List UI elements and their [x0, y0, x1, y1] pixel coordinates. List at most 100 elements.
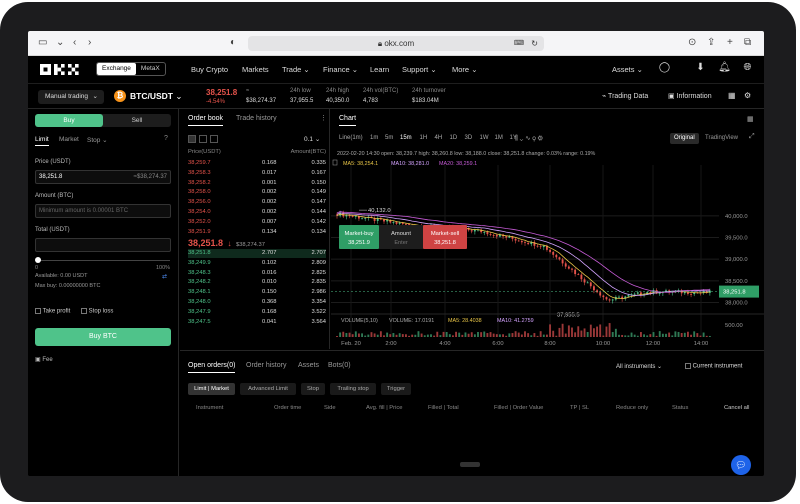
instrument-filter[interactable]: All instruments ⌄ [616, 363, 662, 370]
ask-row[interactable]: 38,256.0 0.002 0.147 [188, 198, 326, 207]
interval-line1m[interactable]: Line(1m) [339, 135, 363, 141]
indicator-icons[interactable]: ⫼ ⌄ ∿ ⚲ ⚙ [515, 134, 543, 143]
cancel-all-button[interactable]: Cancel all [724, 405, 749, 411]
tab-order-book[interactable]: Order book [188, 115, 224, 126]
new-tab-icon[interactable]: + [727, 37, 733, 48]
okx-logo[interactable] [40, 64, 80, 75]
forward-icon[interactable]: › [88, 37, 91, 48]
bid-row[interactable]: 38,251.8 2.707 2.707 [188, 249, 326, 258]
bid-row[interactable]: 38,248.3 0.016 2.825 [188, 269, 326, 278]
orders-tab[interactable]: Bots(0) [328, 362, 351, 369]
interval-1d[interactable]: 1D [450, 135, 458, 141]
amount-slider[interactable] [37, 260, 170, 261]
ask-row[interactable]: 38,258.2 0.001 0.150 [188, 179, 326, 188]
layout-icon[interactable]: ▦ [728, 91, 736, 100]
scroll-handle[interactable] [460, 462, 480, 467]
privacy-icon[interactable]: ◐ [230, 37, 236, 48]
exchange-metax-toggle[interactable]: Exchange MetaX [96, 62, 166, 76]
interval-1m[interactable]: 1M [495, 135, 503, 141]
bid-row[interactable]: 38,248.0 0.368 3.354 [188, 298, 326, 307]
stop-loss-checkbox[interactable]: Stop loss [81, 308, 113, 315]
settings-icon[interactable]: ⚙ [744, 91, 751, 100]
price-chart[interactable]: 40,000.0 39,500.0 39,000.0 38,500.0 38,000.0… [331, 147, 764, 347]
interval-3d[interactable]: 3D [465, 135, 473, 141]
amount-input[interactable]: Minimum amount is 0.00001 BTC [35, 204, 171, 218]
limit-tab[interactable]: Limit [35, 136, 49, 146]
nav-finance[interactable]: Finance ⌄ [323, 65, 358, 74]
nav-buy-crypto[interactable]: Buy Crypto [191, 65, 228, 74]
total-input[interactable] [35, 238, 171, 252]
nav-support[interactable]: Support ⌄ [402, 65, 437, 74]
bid-row[interactable]: 38,247.5 0.041 3.564 [188, 318, 326, 327]
book-view-bids-icon[interactable] [199, 135, 207, 143]
pair-selector[interactable]: BTC/USDT ⌄ [130, 91, 182, 102]
buy-tab[interactable]: Buy [35, 114, 103, 127]
share-icon[interactable]: ⇪ [707, 37, 715, 48]
ask-row[interactable]: 38,258.0 0.002 0.149 [188, 188, 326, 197]
trading-mode-dropdown[interactable]: Manual trading ⌄ [38, 90, 104, 104]
order-subtab[interactable]: Stop [301, 383, 325, 395]
view-tradingview[interactable]: TradingView [705, 133, 738, 144]
orders-tab[interactable]: Order history [246, 362, 286, 369]
toggle-metax[interactable]: MetaX [136, 63, 165, 75]
step-selector[interactable]: 0.1 ⌄ [304, 135, 320, 143]
view-original[interactable]: Original [670, 133, 699, 144]
nav-trade[interactable]: Trade ⌄ [282, 65, 310, 74]
reload-icon[interactable]: ↻ [531, 36, 538, 51]
orders-tab[interactable]: Assets [298, 362, 319, 369]
current-instrument-checkbox[interactable]: Current instrument [685, 363, 742, 370]
layout-icon[interactable]: ▦ [747, 115, 754, 123]
bid-row[interactable]: 38,249.9 0.102 2.809 [188, 259, 326, 268]
trading-data-link[interactable]: ⌁ Trading Data [602, 92, 648, 100]
more-icon[interactable]: ⋮ [320, 114, 327, 122]
interval-1h[interactable]: 1H [420, 135, 428, 141]
collapse-icon[interactable] [332, 159, 338, 166]
interval-4h[interactable]: 4H [435, 135, 443, 141]
sell-tab[interactable]: Sell [103, 114, 171, 127]
download-app-icon[interactable]: ⬇ [694, 62, 707, 75]
buy-btc-button[interactable]: Buy BTC [35, 328, 171, 346]
fullscreen-icon[interactable]: ⤢ [749, 133, 755, 141]
globe-icon[interactable]: 🌐︎ [741, 62, 754, 75]
bid-row[interactable]: 38,248.2 0.010 2.835 [188, 278, 326, 287]
slider-handle[interactable] [35, 257, 41, 263]
interval-5m[interactable]: 5m [385, 135, 393, 141]
order-subtab[interactable]: Limit | Market [188, 383, 235, 395]
sidebar-icon[interactable]: ▭ [38, 37, 47, 48]
bell-icon[interactable]: 🔔︎ [718, 62, 731, 75]
chat-support-icon[interactable]: 💬︎ [731, 455, 751, 475]
bid-row[interactable]: 38,248.1 0.150 2.986 [188, 288, 326, 297]
interval-15m[interactable]: 15m [400, 135, 412, 141]
chevron-down-icon[interactable]: ⌄ [56, 37, 64, 48]
stop-tab[interactable]: Stop ⌄ [87, 136, 108, 144]
book-view-asks-icon[interactable] [210, 135, 218, 143]
back-icon[interactable]: ‹ [73, 37, 76, 48]
ask-row[interactable]: 38,259.7 0.168 0.335 [188, 159, 326, 168]
tab-trade-history[interactable]: Trade history [236, 115, 277, 122]
ask-row[interactable]: 38,252.0 0.007 0.142 [188, 218, 326, 227]
ask-row[interactable]: 38,258.3 0.017 0.167 [188, 169, 326, 178]
nav-markets[interactable]: Markets [242, 65, 269, 74]
transfer-icon[interactable]: ⇄ [162, 273, 167, 280]
tabs-icon[interactable]: ⧉ [744, 37, 751, 48]
fee-link[interactable]: ▣ Fee [35, 356, 53, 363]
translate-icon[interactable]: ⌨ [514, 36, 524, 51]
nav-more[interactable]: More ⌄ [452, 65, 477, 74]
order-subtab[interactable]: Trigger [381, 383, 411, 395]
orders-tab[interactable]: Open orders(0) [188, 362, 236, 373]
interval-1m[interactable]: 1m [370, 135, 378, 141]
nav-assets[interactable]: Assets ⌄ [612, 65, 643, 74]
url-bar[interactable]: 🔒︎ okx.com ⌨ ↻ [248, 36, 544, 51]
toggle-exchange[interactable]: Exchange [97, 63, 136, 75]
book-view-both-icon[interactable] [188, 135, 196, 143]
market-tab[interactable]: Market [59, 136, 79, 143]
take-profit-checkbox[interactable]: Take profit [35, 308, 70, 315]
download-icon[interactable]: ⊙ [688, 37, 696, 48]
price-input[interactable]: 38,251.8 ≈$38,274.37 [35, 170, 171, 184]
information-link[interactable]: ▣ Information [668, 92, 712, 100]
help-icon[interactable]: ? [164, 135, 168, 142]
interval-1w[interactable]: 1W [480, 135, 489, 141]
nav-learn[interactable]: Learn [370, 65, 389, 74]
order-subtab[interactable]: Trailing stop [330, 383, 376, 395]
bid-row[interactable]: 38,247.9 0.168 3.522 [188, 308, 326, 317]
